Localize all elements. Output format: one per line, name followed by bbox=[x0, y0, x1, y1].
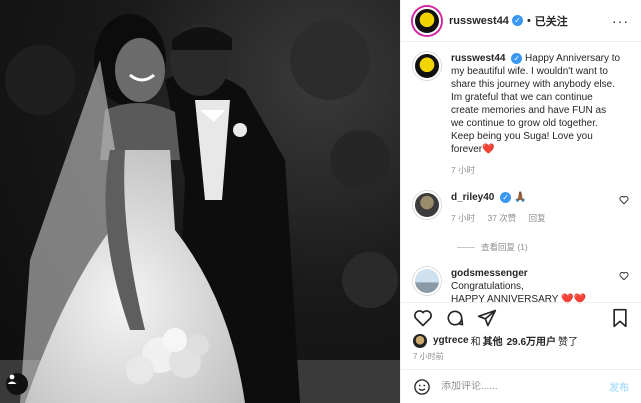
heart-outline-icon[interactable] bbox=[413, 308, 433, 328]
comment-body: godsmessenger Congratulations, HAPPY ANN… bbox=[451, 267, 621, 306]
verified-badge-icon: ✓ bbox=[500, 191, 512, 203]
commenter-avatar[interactable] bbox=[413, 267, 441, 295]
caption-meta: 7 小时 bbox=[451, 164, 621, 177]
verified-badge-icon: ✓ bbox=[511, 52, 523, 64]
caption-time: 7 小时 bbox=[451, 165, 476, 175]
separator-dot: • bbox=[526, 14, 531, 27]
liker-username[interactable]: ygtrece bbox=[433, 335, 469, 346]
smiley-icon[interactable] bbox=[413, 378, 431, 396]
caption-heart-emoji: ❤️ bbox=[482, 144, 495, 155]
likes-summary: ygtrece 和 其他 29.6万用户 赞了 bbox=[413, 333, 578, 348]
following-button[interactable]: 已关注 bbox=[535, 13, 568, 29]
paper-plane-icon[interactable] bbox=[477, 308, 497, 328]
comment-item: d_riley40 ✓ 🙏🏾 7 小时 37 次赞 回复 bbox=[413, 191, 629, 225]
comment-time: 7 小时 bbox=[451, 213, 476, 223]
likes-others[interactable]: 其他 bbox=[483, 333, 503, 348]
comment-input[interactable] bbox=[441, 381, 591, 392]
comment-reply-button[interactable]: 回复 bbox=[529, 213, 546, 223]
post-photo[interactable] bbox=[0, 0, 400, 403]
caption-username[interactable]: russwest44 bbox=[451, 53, 505, 64]
comment-username[interactable]: d_riley40 bbox=[451, 192, 494, 203]
post-header: russwest44 ✓ • 已关注 ··· bbox=[401, 0, 641, 42]
caption-body: russwest44 ✓ Happy Anniversary to my bea… bbox=[451, 52, 621, 177]
comment-body: d_riley40 ✓ 🙏🏾 7 小时 37 次赞 回复 bbox=[451, 191, 621, 225]
view-replies-link[interactable]: 查看回复 (1) bbox=[457, 241, 629, 253]
caption-avatar[interactable] bbox=[413, 52, 441, 80]
likes-and: 和 bbox=[470, 337, 481, 348]
user-tag-icon[interactable] bbox=[6, 373, 28, 395]
caption-text: Happy Anniversary to my beautiful wife. … bbox=[451, 53, 621, 155]
author-avatar[interactable] bbox=[413, 6, 441, 35]
liker-avatar[interactable] bbox=[413, 333, 427, 348]
caption: russwest44 ✓ Happy Anniversary to my bea… bbox=[413, 52, 629, 177]
comment-text: 🙏🏾 bbox=[513, 192, 527, 203]
comment-meta: 7 小时 37 次赞 回复 bbox=[451, 212, 621, 225]
likes-suffix: 赞了 bbox=[558, 337, 579, 348]
comment-like-heart-icon[interactable] bbox=[619, 271, 629, 281]
comments-list: russwest44 ✓ Happy Anniversary to my bea… bbox=[401, 52, 641, 306]
add-comment-bar: 发布 bbox=[401, 369, 641, 403]
verified-badge-icon: ✓ bbox=[511, 15, 523, 26]
comment-like-heart-icon[interactable] bbox=[619, 195, 629, 205]
post-time[interactable]: 7 小时前 bbox=[413, 351, 444, 362]
author-username[interactable]: russwest44 bbox=[449, 15, 509, 27]
comment-text-line1: Congratulations, bbox=[451, 281, 524, 292]
comment-bubble-icon[interactable] bbox=[445, 308, 465, 328]
post-sidebar: russwest44 ✓ • 已关注 ··· russwest44 ✓ Happ… bbox=[400, 0, 641, 403]
commenter-avatar[interactable] bbox=[413, 191, 441, 219]
post-actions-bar bbox=[401, 302, 641, 332]
comment-item: godsmessenger Congratulations, HAPPY ANN… bbox=[413, 267, 629, 306]
more-options-icon[interactable]: ··· bbox=[612, 13, 629, 29]
likes-count[interactable]: 29.6万用户 bbox=[507, 333, 556, 348]
comment-username[interactable]: godsmessenger bbox=[451, 268, 528, 279]
wedding-photo-illustration bbox=[0, 14, 400, 403]
bookmark-icon[interactable] bbox=[611, 308, 629, 328]
post-comment-button[interactable]: 发布 bbox=[609, 379, 629, 394]
comment-like-count[interactable]: 37 次赞 bbox=[487, 213, 516, 223]
